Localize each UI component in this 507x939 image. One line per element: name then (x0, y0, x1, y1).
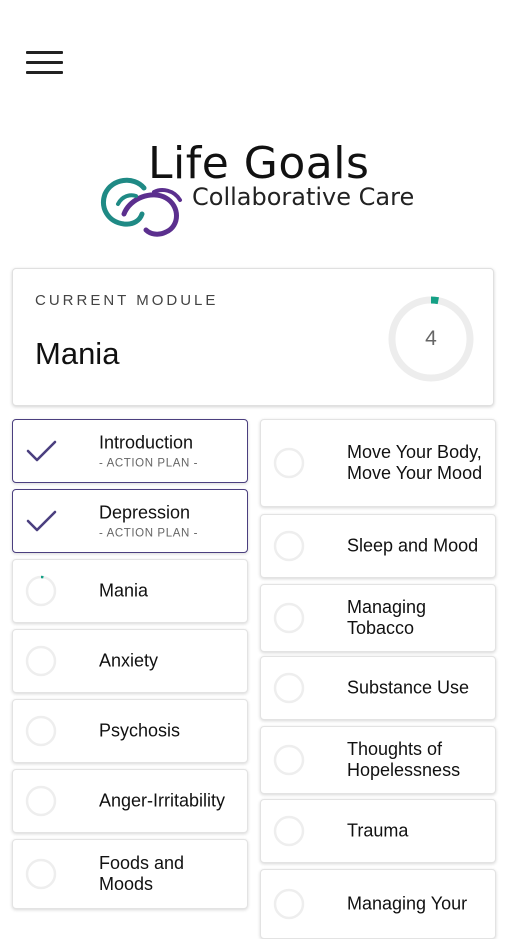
current-module-name: Mania (35, 336, 120, 371)
module-number: 4 (425, 327, 437, 350)
empty-circle-icon (273, 447, 305, 479)
app-logo: Life Goals Collaborative Care (100, 138, 420, 242)
module-title: Foods and Moods (99, 853, 185, 894)
menu-bar (26, 60, 63, 64)
module-title: Thoughts of Hopelessness (347, 739, 461, 780)
module-tile[interactable]: Managing Your (260, 869, 496, 939)
module-tile[interactable]: Sleep and Mood (260, 514, 496, 578)
empty-circle-icon (273, 815, 305, 847)
empty-circle-icon (25, 858, 57, 890)
module-tile[interactable]: Trauma (260, 799, 496, 863)
module-title: Sleep and Mood (347, 535, 479, 556)
empty-circle-icon (273, 602, 305, 634)
module-tile[interactable]: Mania (12, 559, 248, 623)
module-title: Mania (99, 580, 149, 601)
module-tile[interactable]: Anger-Irritability (12, 769, 248, 833)
module-title: Trauma (347, 820, 409, 841)
empty-circle-icon (273, 672, 305, 704)
module-subtitle: - ACTION PLAN - (99, 527, 199, 540)
module-tile[interactable]: Move Your Body, Move Your Mood (260, 419, 496, 507)
module-tile[interactable]: Thoughts of Hopelessness (260, 726, 496, 794)
module-title: Anxiety (99, 650, 159, 671)
module-tile[interactable]: Anxiety (12, 629, 248, 693)
module-title: Substance Use (347, 677, 470, 698)
logo-subtitle: Collaborative Care (192, 183, 415, 211)
module-title: Move Your Body, Move Your Mood (347, 442, 483, 483)
empty-circle-icon (273, 744, 305, 776)
module-tile[interactable]: Foods and Moods (12, 839, 248, 909)
progress-circle-icon (25, 575, 57, 607)
module-title: Depression (99, 502, 191, 523)
empty-circle-icon (273, 888, 305, 920)
hamburger-menu-icon[interactable] (26, 46, 66, 78)
module-title: Anger-Irritability (99, 790, 226, 811)
module-tile[interactable]: Introduction - ACTION PLAN - (12, 419, 248, 483)
module-title: Psychosis (99, 720, 181, 741)
empty-circle-icon (25, 785, 57, 817)
module-subtitle: - ACTION PLAN - (99, 457, 199, 470)
menu-bar (26, 70, 63, 74)
module-title: Introduction (99, 432, 194, 453)
module-title: Managing Tobacco (347, 597, 427, 638)
check-icon (25, 505, 57, 537)
module-tile[interactable]: Depression - ACTION PLAN - (12, 489, 248, 553)
check-icon (25, 435, 57, 467)
module-tile[interactable]: Psychosis (12, 699, 248, 763)
module-tile[interactable]: Managing Tobacco (260, 584, 496, 652)
menu-bar (26, 50, 63, 54)
current-module-card[interactable]: CURRENT MODULE Mania 4 (12, 268, 494, 406)
module-title: Managing Your (347, 893, 468, 914)
module-tile[interactable]: Substance Use (260, 656, 496, 720)
empty-circle-icon (25, 645, 57, 677)
empty-circle-icon (25, 715, 57, 747)
empty-circle-icon (273, 530, 305, 562)
current-module-label: CURRENT MODULE (35, 292, 219, 309)
